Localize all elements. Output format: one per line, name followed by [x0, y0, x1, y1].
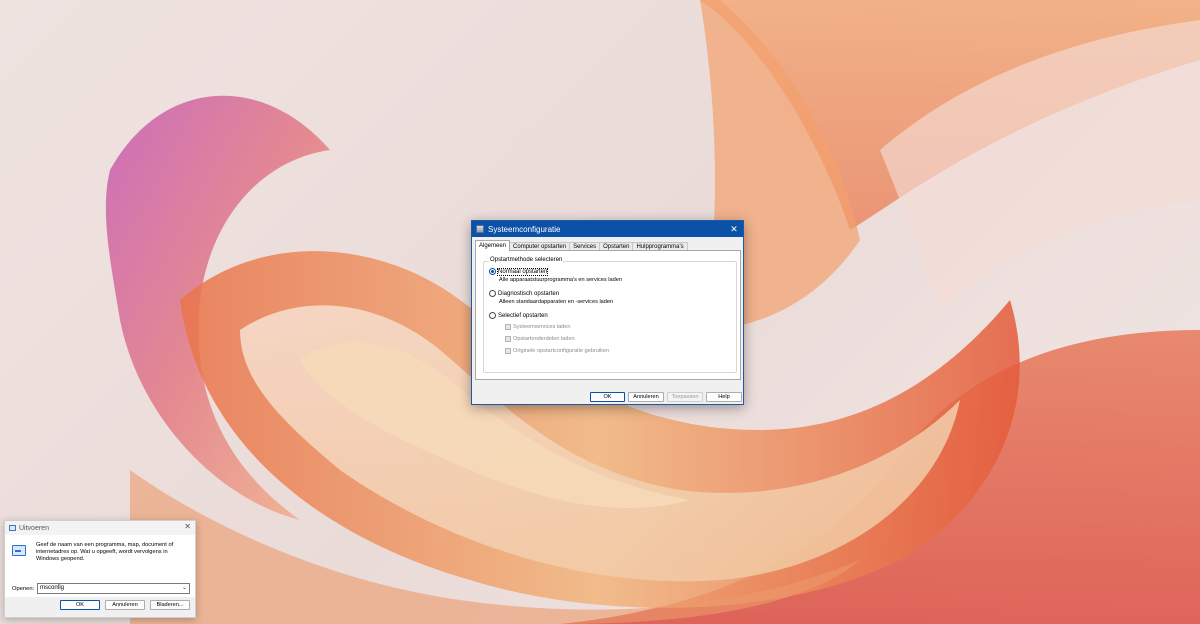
radio-button[interactable] [489, 290, 496, 297]
checkbox-original-boot-config: Originele opstartconfiguratie gebruiken [505, 348, 609, 354]
radio-selective-startup[interactable]: Selectief opstarten [489, 312, 548, 319]
radio-diagnostic-startup[interactable]: Diagnostisch opstarten [489, 290, 559, 297]
checkbox-disabled [505, 324, 511, 330]
checkbox-load-startup-items: Opstartonderdelen laden [505, 336, 575, 342]
checkbox-load-system-services: Systeemservices laden [505, 324, 571, 330]
run-app-icon [9, 525, 16, 531]
checkbox-disabled [505, 348, 511, 354]
run-program-icon [12, 545, 26, 556]
msconfig-title: Systeemconfiguratie [488, 224, 561, 234]
apply-button[interactable]: Toepassen [667, 392, 703, 402]
close-icon[interactable]: ✕ [728, 223, 740, 235]
browse-button[interactable]: Bladeren... [150, 600, 190, 610]
checkbox-label: Systeemservices laden [513, 324, 571, 330]
run-titlebar[interactable]: Uitvoeren ✕ [5, 521, 195, 535]
radio-label-diagnostic[interactable]: Diagnostisch opstarten [498, 291, 559, 297]
help-button[interactable]: Help [706, 392, 742, 402]
msconfig-titlebar[interactable]: Systeemconfiguratie ✕ [472, 221, 743, 237]
open-input[interactable]: msconfig ⌄ [37, 583, 190, 594]
system-configuration-dialog: Systeemconfiguratie ✕ Algemeen Computer … [471, 220, 744, 405]
diagnostic-startup-description: Alleen standaardapparaten en -services l… [499, 299, 614, 305]
run-body: Geef de naam van een programma, map, doc… [5, 535, 195, 597]
radio-label-normal[interactable]: Normaal opstarten [496, 267, 549, 276]
checkbox-label: Opstartonderdelen laden [513, 336, 575, 342]
checkbox-disabled [505, 336, 511, 342]
general-tab-panel: Opstartmethode selecteren Normaal opstar… [475, 250, 741, 380]
run-title: Uitvoeren [19, 524, 49, 532]
cancel-button[interactable]: Annuleren [628, 392, 664, 402]
radio-button-selected[interactable] [489, 268, 496, 275]
ok-button[interactable]: OK [590, 392, 625, 402]
run-ok-button[interactable]: OK [60, 600, 100, 610]
normal-startup-description: Alle apparaatstuurprogramma's en service… [499, 277, 622, 283]
startup-selection-group: Opstartmethode selecteren Normaal opstar… [483, 257, 737, 373]
msconfig-app-icon [476, 225, 484, 233]
group-title: Opstartmethode selecteren [489, 257, 564, 263]
radio-normal-startup[interactable]: Normaal opstarten [489, 267, 549, 276]
checkbox-label: Originele opstartconfiguratie gebruiken [513, 348, 610, 354]
run-cancel-button[interactable]: Annuleren [105, 600, 145, 610]
radio-label-selective[interactable]: Selectief opstarten [498, 313, 548, 319]
radio-button[interactable] [489, 312, 496, 319]
chevron-down-icon[interactable]: ⌄ [182, 584, 187, 593]
tab-algemeen[interactable]: Algemeen [475, 240, 511, 251]
close-icon[interactable]: ✕ [184, 522, 191, 531]
open-input-value[interactable]: msconfig [40, 585, 64, 591]
run-dialog: Uitvoeren ✕ Geef de naam van een program… [4, 520, 196, 618]
open-label: Openen: [12, 586, 35, 592]
run-description: Geef de naam van een programma, map, doc… [36, 542, 174, 562]
